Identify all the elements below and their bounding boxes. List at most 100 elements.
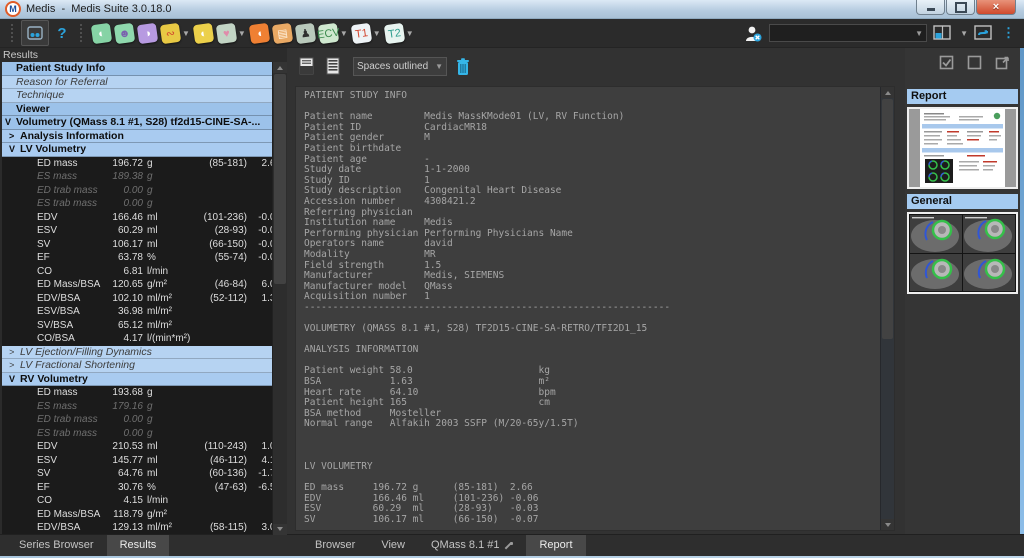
app-launcher-icon[interactable]: ♥ ▼	[217, 24, 246, 43]
expand-collapse-icon[interactable]	[26, 481, 37, 495]
scroll-thumb[interactable]	[274, 74, 286, 284]
expand-collapse-icon[interactable]	[5, 103, 16, 117]
bottom-tab[interactable]: QMass 8.1 #1	[418, 535, 526, 556]
tree-row[interactable]: ED trab mass 0.00 g	[2, 184, 272, 198]
close-button[interactable]: ×	[976, 0, 1016, 15]
tree-row[interactable]: EF 30.76 % (47-63) -6.58	[2, 481, 272, 495]
report-thumbnail[interactable]	[907, 107, 1018, 189]
spacing-select[interactable]: Spaces outlined ▼	[353, 57, 447, 76]
empty-box-icon[interactable]	[967, 55, 982, 70]
expand-collapse-icon[interactable]	[26, 440, 37, 454]
tree-row[interactable]: EDV/BSA 129.13 ml/m² (58-115) 3.04	[2, 521, 272, 535]
expand-collapse-icon[interactable]	[26, 454, 37, 468]
expand-collapse-icon[interactable]	[26, 157, 37, 171]
expand-collapse-icon[interactable]	[26, 467, 37, 481]
tree-row[interactable]: ES trab mass 0.00 g	[2, 427, 272, 441]
expand-collapse-icon[interactable]	[26, 211, 37, 225]
tree-row[interactable]: ES mass 179.16 g	[2, 400, 272, 414]
chevron-down-icon[interactable]: ▼	[340, 29, 348, 38]
tree-row[interactable]: ED Mass/BSA 120.65 g/m² (46-84) 6.02	[2, 278, 272, 292]
expand-collapse-icon[interactable]: V	[5, 116, 16, 130]
expand-collapse-icon[interactable]	[26, 386, 37, 400]
overflow-menu-button[interactable]: ⋮	[999, 25, 1018, 41]
tree-row[interactable]: Patient Study Info	[2, 62, 272, 76]
expand-collapse-icon[interactable]	[26, 197, 37, 211]
tree-row[interactable]: ESV 145.77 ml (46-112) 4.10	[2, 454, 272, 468]
expand-collapse-icon[interactable]	[26, 521, 37, 535]
pin-icon[interactable]	[504, 541, 513, 550]
app-launcher-icon[interactable]: ▤ ▼	[273, 24, 292, 43]
expand-collapse-icon[interactable]: >	[9, 359, 20, 373]
app-launcher-icon[interactable]: T2 ▼	[385, 24, 414, 43]
checked-box-icon[interactable]	[939, 55, 954, 70]
expand-collapse-icon[interactable]	[26, 170, 37, 184]
expand-collapse-icon[interactable]	[26, 224, 37, 238]
minimize-button[interactable]	[916, 0, 945, 15]
expand-collapse-icon[interactable]	[5, 62, 16, 76]
tree-row[interactable]: ED mass 193.68 g	[2, 386, 272, 400]
bottom-tab[interactable]: Results	[107, 535, 170, 556]
maximize-button[interactable]	[946, 0, 975, 15]
export-icon[interactable]	[995, 55, 1010, 70]
expand-collapse-icon[interactable]	[26, 319, 37, 333]
tree-row[interactable]: > LV Ejection/Filling Dynamics	[2, 346, 272, 360]
report-scroll-thumb[interactable]	[882, 99, 893, 339]
general-thumbnail[interactable]	[907, 212, 1018, 294]
tree-row[interactable]: CO/BSA 4.17 l/(min*m²)	[2, 332, 272, 346]
toolbar-grip-2[interactable]	[80, 24, 85, 42]
tree-row[interactable]: CO 6.81 l/min	[2, 265, 272, 279]
expand-collapse-icon[interactable]	[26, 494, 37, 508]
expand-collapse-icon[interactable]: V	[9, 373, 20, 387]
window-layout-arrow-icon[interactable]: ▼	[960, 29, 968, 38]
scroll-up-button[interactable]	[273, 62, 287, 73]
page-view-button[interactable]	[295, 55, 317, 77]
tree-row[interactable]: ED trab mass 0.00 g	[2, 413, 272, 427]
expand-collapse-icon[interactable]	[26, 427, 37, 441]
tree-row[interactable]: ESV/BSA 36.98 ml/m²	[2, 305, 272, 319]
app-launcher-icon[interactable]: ◑ ▼	[138, 24, 157, 43]
app-launcher-icon[interactable]: ◖ ▼	[250, 24, 269, 43]
tree-row[interactable]: SV 64.76 ml (60-136) -1.77	[2, 467, 272, 481]
tree-row[interactable]: V Volumetry (QMass 8.1 #1, S28) tf2d15-C…	[2, 116, 272, 130]
expand-collapse-icon[interactable]: >	[9, 130, 20, 144]
expand-collapse-icon[interactable]: V	[9, 143, 20, 157]
window-layout-button[interactable]	[933, 25, 952, 41]
tree-row[interactable]: EDV 210.53 ml (110-243) 1.03	[2, 440, 272, 454]
help-button[interactable]: ?	[49, 21, 75, 45]
tree-row[interactable]: SV 106.17 ml (66-150) -0.07	[2, 238, 272, 252]
tree-row[interactable]: Reason for Referral	[2, 76, 272, 90]
bottom-tab[interactable]: Series Browser	[6, 535, 107, 556]
results-tree-scrollbar[interactable]	[272, 62, 287, 535]
expand-collapse-icon[interactable]	[26, 251, 37, 265]
expand-collapse-icon[interactable]	[26, 508, 37, 522]
expand-collapse-icon[interactable]	[5, 89, 16, 103]
report-scrollbar[interactable]	[880, 87, 894, 530]
session-combobox[interactable]: ▼	[769, 24, 927, 42]
general-section-header[interactable]: General	[907, 194, 1018, 209]
tree-row[interactable]: CO 4.15 l/min	[2, 494, 272, 508]
tree-row[interactable]: V RV Volumetry	[2, 373, 272, 387]
tree-row[interactable]: > LV Fractional Shortening	[2, 359, 272, 373]
user-logout-icon[interactable]	[743, 25, 763, 42]
report-section-header[interactable]: Report	[907, 89, 1018, 104]
tree-row[interactable]: ED mass 196.72 g (85-181) 2.66	[2, 157, 272, 171]
expand-collapse-icon[interactable]: >	[9, 346, 20, 360]
expand-collapse-icon[interactable]	[26, 305, 37, 319]
chevron-down-icon[interactable]: ▼	[238, 29, 246, 38]
text-view-button[interactable]	[322, 55, 344, 77]
tree-row[interactable]: Technique	[2, 89, 272, 103]
tree-row[interactable]: SV/BSA 65.12 ml/m²	[2, 319, 272, 333]
expand-collapse-icon[interactable]	[26, 238, 37, 252]
app-launcher-icon[interactable]: ♟ ▼	[296, 24, 315, 43]
report-text-area[interactable]: PATIENT STUDY INFO Patient name Medis Ma…	[295, 86, 895, 531]
app-launcher-icon[interactable]: T1 ▼	[352, 24, 381, 43]
expand-collapse-icon[interactable]	[26, 400, 37, 414]
expand-collapse-icon[interactable]	[26, 278, 37, 292]
report-scroll-down-button[interactable]	[881, 519, 894, 530]
app-launcher-icon[interactable]: ☻ ▼	[115, 24, 134, 43]
scroll-down-button[interactable]	[273, 524, 287, 535]
tree-row[interactable]: EDV/BSA 102.10 ml/m² (52-112) 1.35	[2, 292, 272, 306]
app-launcher-icon[interactable]: ◐ ▼	[92, 24, 111, 43]
toolbar-grip[interactable]	[11, 24, 16, 42]
bottom-tab[interactable]: Report	[526, 535, 585, 556]
